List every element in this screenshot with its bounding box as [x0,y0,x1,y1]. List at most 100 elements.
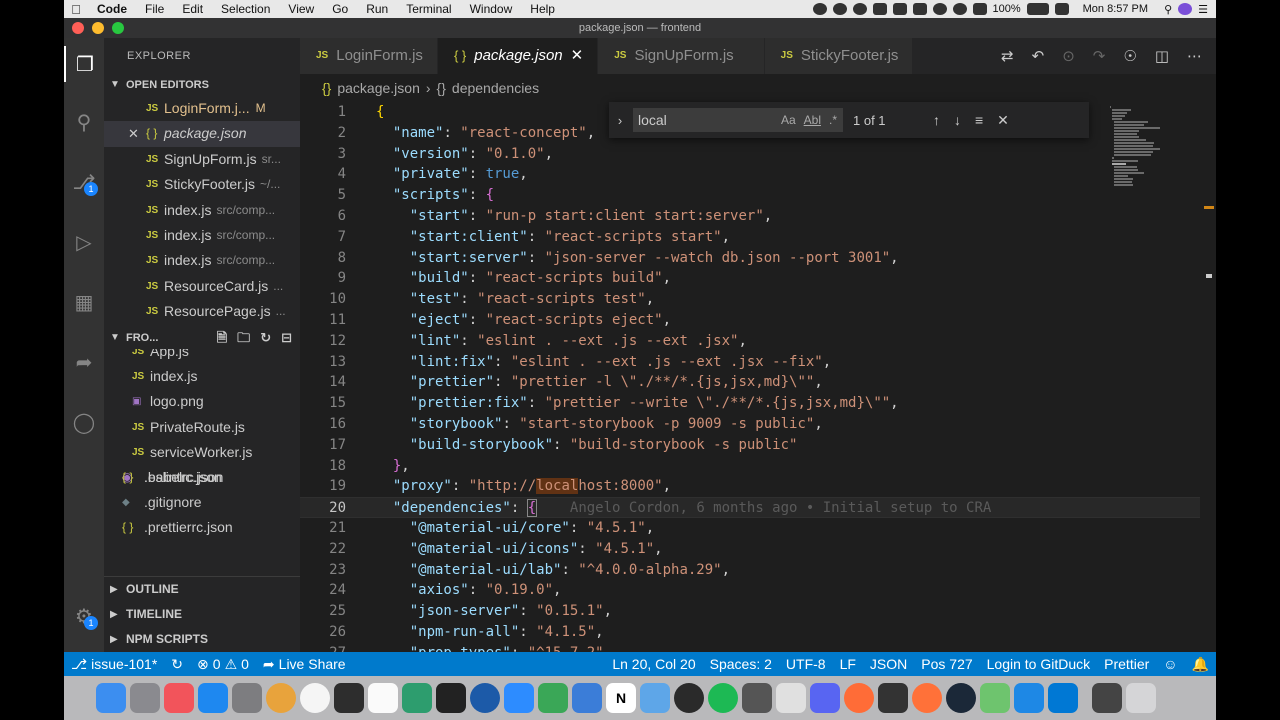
code-line[interactable]: 3 "version": "0.1.0", [300,144,1200,165]
prettier-status[interactable]: Prettier [1097,656,1156,672]
refresh-icon[interactable]: ↻ [260,327,271,349]
folder-tree-scroll[interactable]: JS App.js JS index.js ▣ logo.png JS Priv… [104,349,300,491]
offset-position[interactable]: Pos 727 [914,656,979,672]
settings-gear-icon[interactable]: ⚙ 1 [64,598,104,634]
open-editor-item[interactable]: JS ResourcePage.js ... [104,299,300,324]
tray-app-icon[interactable] [832,3,847,15]
gitduck-icon[interactable]: ◯ [64,404,104,440]
split-editor-icon[interactable]: ◫ [1155,47,1169,65]
steam-icon[interactable] [946,683,976,713]
piano-icon[interactable] [878,683,908,713]
app-icon[interactable] [1014,683,1044,713]
open-editor-item[interactable]: JS LoginForm.j... M [104,96,300,121]
code-line[interactable]: 5 "scripts": { [300,185,1200,206]
wifi-icon[interactable] [952,3,967,15]
dropbox-icon[interactable] [872,3,887,15]
siri-icon[interactable] [1178,3,1193,15]
trash-icon[interactable] [1126,683,1156,713]
breadcrumb-symbol[interactable]: dependencies [452,74,539,102]
new-folder-icon[interactable]: 🗀 [237,327,250,349]
npm-scripts-header[interactable]: ▶ NPM SCRIPTS [104,627,300,652]
launchpad-icon[interactable] [130,683,160,713]
compare-changes-icon[interactable]: ⇄ [1001,47,1014,65]
minimize-window-button[interactable] [92,22,104,34]
tray-app-icon[interactable] [912,3,927,15]
screen-recorder-icon[interactable] [470,683,500,713]
close-find-icon[interactable]: ✕ [997,112,1009,129]
search-icon[interactable]: ⚲ [64,104,104,140]
run-debug-icon[interactable]: ▷ [64,224,104,260]
obs-icon[interactable] [674,683,704,713]
code-line[interactable]: 12 "lint": "eslint . --ext .js --ext .js… [300,331,1200,352]
end-of-line[interactable]: LF [833,656,863,672]
app-icon[interactable] [572,683,602,713]
find-in-selection-icon[interactable]: ≡ [975,112,983,129]
branch-status[interactable]: ⎇ issue-101* [64,656,164,673]
zoom-icon[interactable] [504,683,534,713]
next-match-icon[interactable]: ↓ [954,112,961,129]
code-line[interactable]: 18 }, [300,456,1200,477]
tray-app-icon[interactable] [892,3,907,15]
menubar-clock[interactable]: Mon 8:57 PM [1083,3,1148,15]
file-item[interactable]: JS serviceWorker.js [104,440,300,465]
preview-icon[interactable] [640,683,670,713]
code-line[interactable]: 27 "prop-types": "^15.7.2", [300,643,1200,652]
spotlight-icon[interactable]: ⚲ [1164,3,1172,16]
menu-file[interactable]: File [136,2,173,16]
tab-package-json[interactable]: { } package.json ✕ [437,38,599,74]
code-line[interactable]: 10 "test": "react-scripts test", [300,289,1200,310]
notification-center-icon[interactable]: ☰ [1198,3,1208,16]
menu-selection[interactable]: Selection [212,2,279,16]
code-line[interactable]: 26 "npm-run-all": "4.1.5", [300,622,1200,643]
close-window-button[interactable] [72,22,84,34]
open-editor-item[interactable]: JS StickyFooter.js ~/... [104,172,300,197]
tray-app-icon[interactable] [812,3,827,15]
problems-status[interactable]: ⊗ 0 ⚠ 0 [190,656,256,673]
open-editor-item[interactable]: JS index.js src/comp... [104,248,300,273]
battery-icon[interactable] [1026,3,1049,15]
code-line[interactable]: 6 "start": "run-p start:client start:ser… [300,206,1200,227]
code-line[interactable]: 19 "proxy": "http://localhost:8000", [300,476,1200,497]
cursor-position[interactable]: Ln 20, Col 20 [605,656,702,672]
code-editor[interactable]: 1 {2 "name": "react-concept", 3 "version":… [300,102,1200,652]
tray-app-icon[interactable] [932,3,947,15]
outline-header[interactable]: ▶ OUTLINE [104,577,300,602]
slack-icon[interactable] [368,683,398,713]
whole-word-toggle[interactable]: Abl [804,113,821,127]
vscode-icon[interactable] [1048,683,1078,713]
next-change-icon[interactable]: ↷ [1093,47,1106,65]
file-item[interactable]: JS App.js [104,349,300,364]
menu-go[interactable]: Go [323,2,357,16]
menu-run[interactable]: Run [357,2,397,16]
folder-header[interactable]: ▼ FRO... 🗎 🗀 ↻ ⊟ [104,327,300,349]
system-preferences-icon[interactable] [232,683,262,713]
live-share-status[interactable]: ➦ Live Share [256,656,353,673]
gitduck-login[interactable]: Login to GitDuck [980,656,1098,672]
code-line[interactable]: 17 "build-storybook": "build-storybook -… [300,435,1200,456]
file-item[interactable]: JS PrivateRoute.js [104,415,300,440]
close-tab-icon[interactable]: ✕ [571,38,584,74]
menu-terminal[interactable]: Terminal [397,2,460,16]
claquette-icon[interactable] [334,683,364,713]
menu-help[interactable]: Help [521,2,564,16]
menu-view[interactable]: View [279,2,323,16]
live-share-icon[interactable]: ➦ [64,344,104,380]
file-item[interactable]: { } .prettierrc.json [104,515,300,540]
explorer-icon[interactable]: ❐ [64,46,104,82]
code-line[interactable]: 14 "prettier": "prettier -l \"./**/*.{js… [300,372,1200,393]
code-line[interactable]: 15 "prettier:fix": "prettier --write \".… [300,393,1200,414]
code-line[interactable]: 24 "axios": "0.19.0", [300,580,1200,601]
terminal-icon[interactable] [436,683,466,713]
notifications-bell-icon[interactable]: 🔔 [1185,656,1216,673]
music-icon[interactable] [164,683,194,713]
stack-icon[interactable] [1092,683,1122,713]
code-line[interactable]: 21 "@material-ui/core": "4.5.1", [300,518,1200,539]
code-line[interactable]: 22 "@material-ui/icons": "4.5.1", [300,539,1200,560]
close-icon[interactable]: ✕ [128,121,142,146]
sync-icon[interactable]: ↻ [164,656,190,673]
code-line[interactable]: 11 "eject": "react-scripts eject", [300,310,1200,331]
postman-icon[interactable] [844,683,874,713]
file-item[interactable]: ▣ logo.png [104,389,300,414]
toggle-replace-icon[interactable]: › [609,113,631,128]
breadcrumb-file[interactable]: package.json [337,74,420,102]
